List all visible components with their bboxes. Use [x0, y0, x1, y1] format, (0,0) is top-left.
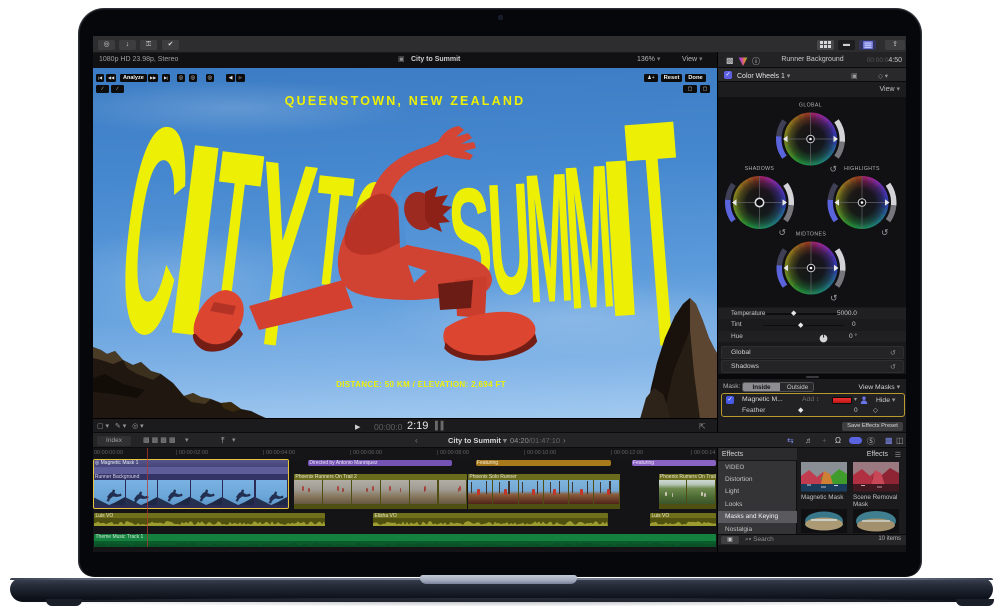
svg-text:↺: ↺: [830, 293, 838, 303]
svg-text:SHADOWS: SHADOWS: [745, 166, 775, 172]
svg-text:↺: ↺: [881, 228, 889, 238]
svg-text:GLOBAL: GLOBAL: [799, 103, 822, 109]
svg-text:HIGHLIGHTS: HIGHLIGHTS: [844, 166, 880, 172]
svg-text:MIDTONES: MIDTONES: [796, 232, 827, 238]
svg-text:↺: ↺: [779, 228, 787, 238]
svg-text:↺: ↺: [830, 164, 838, 174]
